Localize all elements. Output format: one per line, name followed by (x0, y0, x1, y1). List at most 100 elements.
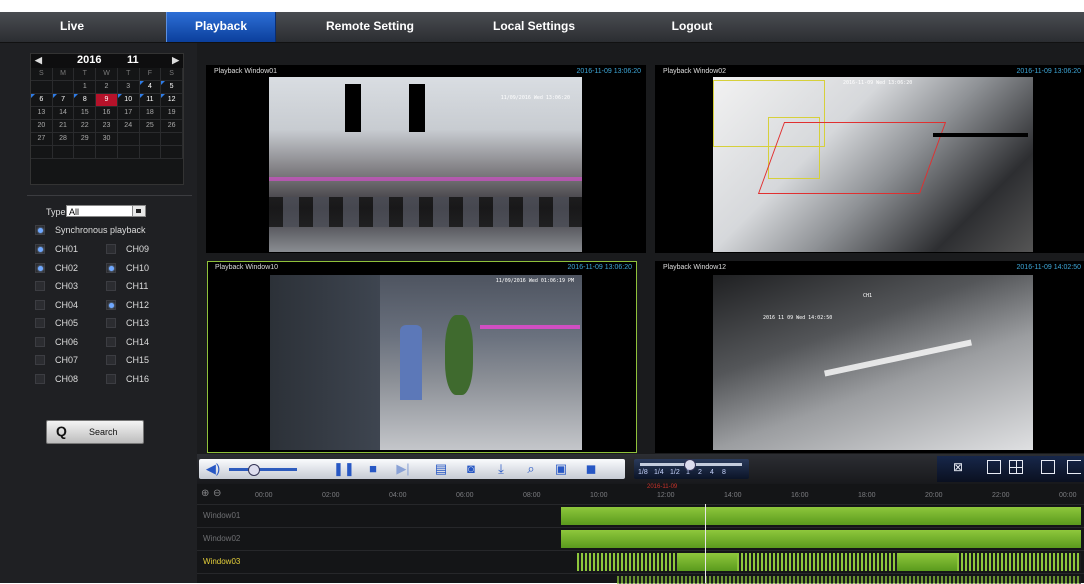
snapshot-icon[interactable]: ◙ (461, 459, 481, 479)
recording-segment[interactable] (677, 553, 737, 571)
calendar-day[interactable]: 8 (74, 94, 97, 107)
calendar-day[interactable]: 4 (139, 81, 162, 94)
play-file-icon[interactable]: ▣ (551, 459, 571, 479)
chevron-down-icon[interactable] (132, 206, 145, 216)
calendar-day[interactable]: 30 (96, 133, 118, 146)
layout-1-icon[interactable] (987, 460, 1001, 474)
tab-remote-setting[interactable]: Remote Setting (316, 12, 424, 42)
speed-label[interactable]: 1/4 (654, 469, 664, 476)
step-forward-icon[interactable]: ▶| (393, 459, 413, 479)
checkbox-icon[interactable] (35, 281, 45, 291)
calendar-day[interactable]: 13 (31, 107, 53, 120)
calendar-day[interactable]: 25 (139, 120, 162, 133)
calendar-day[interactable]: 12 (161, 94, 183, 107)
zoom-out-icon[interactable]: ⊖ (213, 488, 221, 499)
clip-icon[interactable]: ▤ (431, 459, 451, 479)
layout-9-icon[interactable] (1067, 460, 1081, 474)
checkbox-icon[interactable] (35, 299, 45, 310)
stop-icon[interactable]: ■ (363, 459, 383, 479)
checkbox-icon[interactable] (106, 336, 116, 347)
calendar-day[interactable]: 19 (161, 107, 183, 120)
playback-window-02[interactable]: Playback Window02 2016-11-09 13:06:20 20… (655, 65, 1084, 253)
tab-logout[interactable]: Logout (660, 12, 724, 42)
calendar-day[interactable]: 1 (74, 81, 97, 94)
recording-segment[interactable] (577, 553, 677, 571)
calendar-day[interactable]: 23 (96, 120, 118, 133)
speed-label[interactable]: 1/2 (670, 469, 680, 476)
playback-window-12[interactable]: Playback Window12 2016-11-09 14:02:50 CH… (655, 261, 1084, 453)
calendar-day[interactable]: 7 (52, 94, 75, 107)
calendar-day[interactable]: 15 (74, 107, 97, 120)
checkbox-icon[interactable] (35, 336, 45, 347)
checkbox-icon[interactable] (106, 281, 116, 291)
recording-segment[interactable] (561, 507, 1081, 525)
timeline-row[interactable]: Window02 (197, 527, 1084, 550)
zoom-icon[interactable]: ⌕ (521, 459, 541, 479)
checkbox-icon[interactable] (35, 225, 45, 235)
fullscreen-icon[interactable]: ◼ (581, 459, 601, 479)
calendar-day[interactable]: 16 (96, 107, 118, 120)
recording-segment[interactable] (957, 553, 1081, 571)
checkbox-icon[interactable] (35, 355, 45, 365)
channel-label: CH04 (55, 299, 79, 310)
checkbox-icon[interactable] (106, 318, 116, 328)
download-icon[interactable]: ⤓ (491, 459, 511, 479)
checkbox-icon[interactable] (35, 373, 45, 384)
triangle-right-icon[interactable]: ▶ (172, 55, 179, 66)
zoom-in-icon[interactable]: ⊕ (201, 488, 209, 499)
recording-segment[interactable] (561, 530, 1081, 548)
volume-icon[interactable]: ◀) (203, 459, 223, 479)
checkbox-icon[interactable] (106, 373, 116, 384)
checkbox-icon[interactable] (35, 244, 45, 254)
calendar-day[interactable]: 20 (31, 120, 53, 133)
checkbox-icon[interactable] (106, 355, 116, 365)
speed-selector[interactable]: 1/8 1/4 1/2 1 2 4 8 (634, 459, 749, 479)
timeline-row[interactable]: Window03 (197, 550, 1084, 573)
layout-toggle-icon[interactable]: ⊠ (953, 460, 967, 474)
calendar-day[interactable]: 24 (117, 120, 140, 133)
speed-label[interactable]: 8 (722, 469, 726, 476)
calendar-day[interactable]: 28 (52, 133, 75, 146)
pause-icon[interactable]: ❚❚ (333, 459, 355, 479)
timeline-row[interactable]: Window01 (197, 504, 1084, 527)
speed-label[interactable]: 4 (710, 469, 714, 476)
playhead[interactable] (705, 504, 706, 583)
calendar-day[interactable]: 26 (161, 120, 183, 133)
layout-4-icon[interactable] (1009, 460, 1023, 474)
checkbox-icon[interactable] (35, 318, 45, 328)
checkbox-icon[interactable] (106, 299, 116, 310)
triangle-left-icon[interactable]: ◀ (35, 55, 42, 66)
calendar-day[interactable]: 5 (161, 81, 183, 94)
calendar-day[interactable]: 2 (96, 81, 118, 94)
calendar-day[interactable]: 29 (74, 133, 97, 146)
calendar-day[interactable]: 14 (52, 107, 75, 120)
calendar-day[interactable]: 18 (139, 107, 162, 120)
tab-live[interactable]: Live (40, 12, 104, 42)
calendar-day[interactable]: 11 (139, 94, 162, 107)
checkbox-icon[interactable] (106, 244, 116, 254)
speed-label[interactable]: 1/8 (638, 469, 648, 476)
layout-exit-icon[interactable] (1041, 460, 1055, 474)
calendar-day[interactable]: 6 (31, 94, 53, 107)
checkbox-icon[interactable] (35, 262, 45, 273)
type-select[interactable]: All (66, 205, 146, 217)
calendar-day[interactable]: 27 (31, 133, 53, 146)
recording-segment[interactable] (897, 553, 957, 571)
volume-slider[interactable] (229, 468, 297, 471)
calendar-day[interactable]: 10 (117, 94, 140, 107)
calendar-day[interactable]: 3 (117, 81, 140, 94)
playback-window-01[interactable]: Playback Window01 2016-11-09 13:06:20 11… (206, 65, 646, 253)
calendar-day[interactable]: 17 (117, 107, 140, 120)
calendar-day[interactable]: 21 (52, 120, 75, 133)
tab-local-settings[interactable]: Local Settings (480, 12, 588, 42)
tab-playback[interactable]: Playback (166, 12, 276, 42)
speed-label[interactable]: 2 (698, 469, 702, 476)
calendar-day[interactable]: 22 (74, 120, 97, 133)
search-button[interactable]: Q Search (46, 420, 144, 444)
playback-window-10[interactable]: Playback Window10 2016-11-09 13:06:20 11… (207, 261, 637, 453)
speed-label[interactable]: 1 (686, 469, 690, 476)
volume-slider-knob[interactable] (247, 464, 260, 476)
recording-segment[interactable] (737, 553, 897, 571)
checkbox-icon[interactable] (106, 262, 116, 273)
calendar-day[interactable]: 9 (96, 94, 118, 107)
